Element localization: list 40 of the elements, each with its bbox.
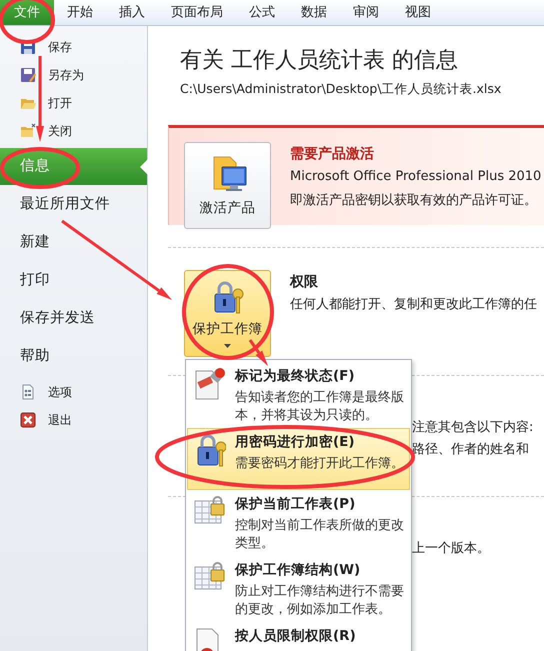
menu-item[interactable]: 保护工作簿结构(W) 防止对工作簿结构进行不需要的更改，例如添加工作表。 (187, 556, 410, 622)
menu-command[interactable]: 关闭 (0, 117, 147, 145)
section-heading: 需要产品激活 (290, 145, 375, 163)
ribbon-tab[interactable]: 数据 (288, 0, 340, 25)
ribbon-tab[interactable]: 开始 (54, 0, 106, 25)
document-icon (20, 384, 36, 400)
versions-text: 上一个版本。 (412, 540, 491, 558)
stamp-document-icon (194, 367, 226, 401)
backstage-tab[interactable]: 帮助 (0, 337, 147, 375)
folder-icon (20, 123, 36, 139)
backstage-tab[interactable]: 保存并发送 (0, 299, 147, 337)
backstage-tab[interactable]: 新建 (0, 223, 147, 261)
inspect-text: 注意其包含以下内容: (412, 419, 534, 437)
dropdown-caret-icon (224, 344, 231, 348)
activation-text: 即激活产品密钥以获取有效的产品许可证。 (290, 192, 538, 210)
section-heading: 权限 (290, 273, 319, 291)
activation-text: Microsoft Office Professional Plus 2010 (290, 168, 542, 186)
ribbon-tab[interactable]: 公式 (236, 0, 288, 25)
backstage-tab[interactable]: 打印 (0, 261, 147, 299)
ribbon-tab[interactable]: 审阅 (340, 0, 392, 25)
menu-command[interactable]: 打开 (0, 89, 147, 117)
menu-command[interactable]: 保存 (0, 33, 147, 61)
annotation-arrow (248, 339, 268, 366)
ribbon-tab[interactable]: 插入 (106, 0, 158, 25)
close-icon (20, 412, 36, 428)
menu-item[interactable]: 按人员限制权限(R) (187, 622, 410, 651)
file-path: C:\Users\Administrator\Desktop\工作人员统计表.xlsx (180, 80, 502, 98)
inspect-text: 路径、作者的姓名和 (412, 441, 530, 459)
menu-command[interactable]: 选项 (0, 378, 147, 406)
page-title: 有关 工作人员统计表 的信息 (180, 47, 459, 75)
save-as-icon (20, 67, 36, 83)
activate-product-button[interactable]: 激活产品 (184, 142, 271, 229)
menu-item[interactable]: 保护当前工作表(P) 控制对当前工作表所做的更改类型。 (187, 490, 410, 556)
menu-command[interactable]: 另存为 (0, 61, 147, 89)
backstage-tab[interactable]: 最近所用文件 (0, 185, 147, 223)
ribbon-tab[interactable]: 视图 (392, 0, 444, 25)
ribbon-tab[interactable]: 页面布局 (158, 0, 236, 25)
menu-command[interactable]: 退出 (0, 406, 147, 434)
permissions-text: 任何人都能打开、复制和更改此工作簿的任 (290, 296, 537, 314)
menu-item[interactable]: 标记为最终状态(F) 告知读者您的工作簿是最终版本，并将其设为只读的。 (187, 362, 410, 428)
